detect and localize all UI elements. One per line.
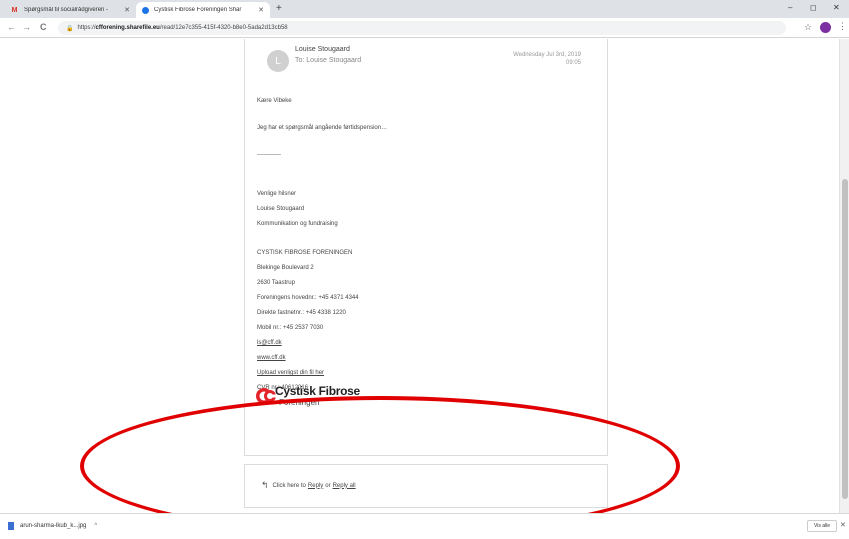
sender-name: Louise Stougaard bbox=[295, 46, 350, 53]
reply-prefix: Click here to bbox=[272, 482, 306, 489]
cff-logo-icon bbox=[256, 388, 277, 404]
maximize-button[interactable]: ◻ bbox=[810, 3, 817, 12]
gmail-icon: M bbox=[11, 6, 18, 14]
profile-avatar[interactable] bbox=[820, 22, 831, 33]
image-file-icon bbox=[8, 522, 14, 530]
reply-all-link[interactable]: Reply all bbox=[333, 483, 356, 489]
signature-title: Kommunikation og fundraising bbox=[257, 221, 338, 227]
reply-or: or bbox=[325, 482, 331, 489]
window-close-button[interactable]: ✕ bbox=[833, 3, 840, 12]
tab-title: Spørgsmål til socialrådgiveren - bbox=[24, 7, 109, 13]
upload-link[interactable]: Upload venligst din fil her bbox=[257, 370, 324, 376]
reload-icon[interactable]: C bbox=[40, 22, 47, 32]
website-link[interactable]: www.cff.dk bbox=[257, 355, 286, 361]
address-line-2: 2630 Taastrup bbox=[257, 280, 295, 286]
download-filename: arun-sharma-lkub_k...jpg bbox=[20, 523, 87, 529]
url-scheme: https:// bbox=[77, 25, 96, 31]
scrollbar-thumb[interactable] bbox=[842, 179, 848, 499]
divider bbox=[257, 154, 281, 155]
tab-sharefile[interactable]: Cystisk Fibrose Foreningen Shar ✕ bbox=[136, 2, 270, 18]
greeting: Kære Vibeke bbox=[257, 98, 292, 104]
tab-title: Cystisk Fibrose Foreningen Shar bbox=[154, 7, 242, 13]
time-line: 09:05 bbox=[565, 60, 581, 66]
reply-prompt: ↰ Click here to Reply or Reply all bbox=[261, 480, 358, 491]
message: Jeg har et spørgsmål angående førtidspen… bbox=[257, 125, 388, 131]
reply-box: ↰ Click here to Reply or Reply all bbox=[244, 464, 608, 508]
reply-link[interactable]: Reply bbox=[308, 483, 323, 489]
bookmark-star-icon[interactable]: ☆ bbox=[804, 22, 812, 33]
url-host: cfforening.sharefile.eu bbox=[95, 25, 160, 31]
new-tab-button[interactable]: + bbox=[276, 3, 282, 14]
closing: Venlige hilsner bbox=[257, 191, 297, 197]
tab-gmail[interactable]: M Spørgsmål til socialrådgiveren - ✕ bbox=[4, 2, 136, 18]
signature-org: CYSTISK FIBROSE FORENINGEN bbox=[257, 250, 353, 256]
logo-subtitle: Foreningen bbox=[279, 398, 320, 407]
close-icon[interactable]: ✕ bbox=[124, 6, 130, 14]
lock-icon: 🔒 bbox=[66, 25, 74, 32]
back-icon[interactable]: ← bbox=[7, 22, 16, 32]
sharefile-icon bbox=[142, 6, 149, 14]
avatar: L bbox=[267, 50, 289, 72]
address-line-1: Blekinge Boulevard 2 bbox=[257, 265, 314, 271]
browser-toolbar: ← → C 🔒 https://cfforening.sharefile.eu /… bbox=[0, 18, 849, 38]
menu-icon[interactable]: ⋮ bbox=[838, 21, 847, 32]
reply-arrow-icon: ↰ bbox=[261, 480, 269, 490]
forward-icon[interactable]: → bbox=[22, 22, 31, 32]
chevron-up-icon[interactable]: ^ bbox=[94, 523, 97, 529]
signature-name: Louise Stougaard bbox=[257, 206, 305, 212]
close-icon[interactable]: ✕ bbox=[840, 521, 846, 529]
logo-name: Cystisk Fibrose bbox=[275, 384, 360, 398]
mobile-phone: Mobil nr.: +45 2537 7030 bbox=[257, 325, 324, 331]
recipient-line: To: Louise Stougaard bbox=[295, 57, 362, 64]
url-path: /read/12e7c355-415f-4320-b8e0-5ada2d13cb… bbox=[159, 25, 288, 31]
minimize-button[interactable]: – bbox=[788, 3, 792, 12]
email-date: Wednesday Jul 3rd, 2019 09:05 bbox=[513, 51, 581, 67]
close-icon[interactable]: ✕ bbox=[258, 6, 264, 14]
date-line: Wednesday Jul 3rd, 2019 bbox=[513, 52, 581, 58]
email-link[interactable]: ls@cff.dk bbox=[257, 340, 282, 346]
main-phone: Foreningens hovednr.: +45 4371 4344 bbox=[257, 295, 359, 301]
address-bar[interactable]: 🔒 https://cfforening.sharefile.eu/read/1… bbox=[58, 21, 786, 35]
email-card: L Louise Stougaard To: Louise Stougaard … bbox=[244, 39, 608, 456]
tab-strip: M Spørgsmål til socialrådgiveren - ✕ Cys… bbox=[0, 0, 849, 18]
download-shelf: arun-sharma-lkub_k...jpg ^ Vis alle ✕ bbox=[0, 513, 849, 539]
direct-phone: Direkte fastnetnr.: +45 4338 1220 bbox=[257, 310, 346, 316]
scrollbar[interactable] bbox=[839, 39, 849, 513]
cff-logo: Cystisk Fibrose Foreningen bbox=[255, 383, 395, 415]
download-item[interactable]: arun-sharma-lkub_k...jpg ^ bbox=[8, 522, 97, 530]
page-content: L Louise Stougaard To: Louise Stougaard … bbox=[0, 39, 849, 513]
show-all-button[interactable]: Vis alle bbox=[807, 520, 838, 532]
